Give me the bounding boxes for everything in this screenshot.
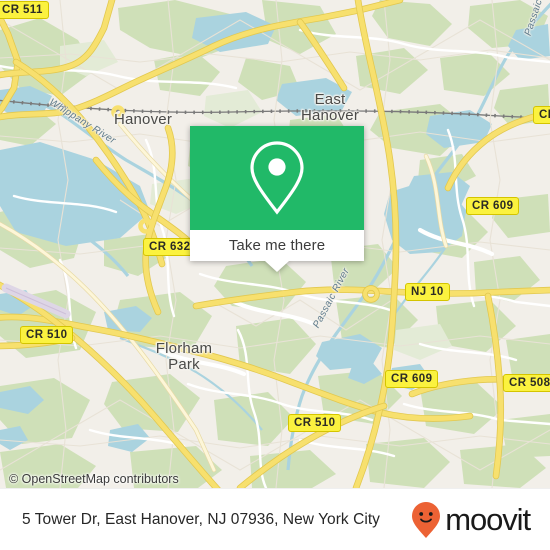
footer-bar: 5 Tower Dr, East Hanover, NJ 07936, New … bbox=[0, 488, 550, 550]
address-text: 5 Tower Dr, East Hanover, NJ 07936, New … bbox=[22, 510, 380, 528]
popup-action-bar[interactable]: Take me there bbox=[190, 230, 364, 272]
road-shield-cr-511[interactable]: CR 511 bbox=[0, 1, 49, 19]
moovit-wordmark: moovit bbox=[445, 501, 531, 537]
road-shield-cr-609-north[interactable]: CR 609 bbox=[466, 197, 520, 215]
popup-image-area bbox=[190, 126, 364, 230]
popup-action-label: Take me there bbox=[228, 237, 326, 254]
road-shield-cr-510-south[interactable]: CR 510 bbox=[288, 414, 342, 432]
road-shield-cr-632[interactable]: CR 632 bbox=[143, 238, 197, 256]
moovit-pin-icon bbox=[412, 501, 441, 538]
road-shield-cr-609-south[interactable]: CR 609 bbox=[385, 370, 439, 388]
moovit-logo[interactable]: moovit bbox=[411, 501, 531, 539]
road-shield-cr-6-edge[interactable]: CR 6 bbox=[533, 106, 550, 124]
moovit-map-screen: .w { fill:#aad3df; } .g { fill:#cfe0b8; … bbox=[0, 0, 550, 550]
popup-pointer-tail bbox=[265, 261, 289, 272]
road-shield-nj-10[interactable]: NJ 10 bbox=[405, 283, 450, 301]
road-shield-cr-508[interactable]: CR 508 bbox=[503, 374, 550, 392]
road-shield-cr-510-west[interactable]: CR 510 bbox=[20, 326, 74, 344]
take-me-there-popup[interactable]: Take me there bbox=[190, 126, 364, 272]
map-attribution[interactable]: © OpenStreetMap contributors bbox=[9, 472, 179, 486]
map-pin-icon bbox=[250, 141, 304, 215]
